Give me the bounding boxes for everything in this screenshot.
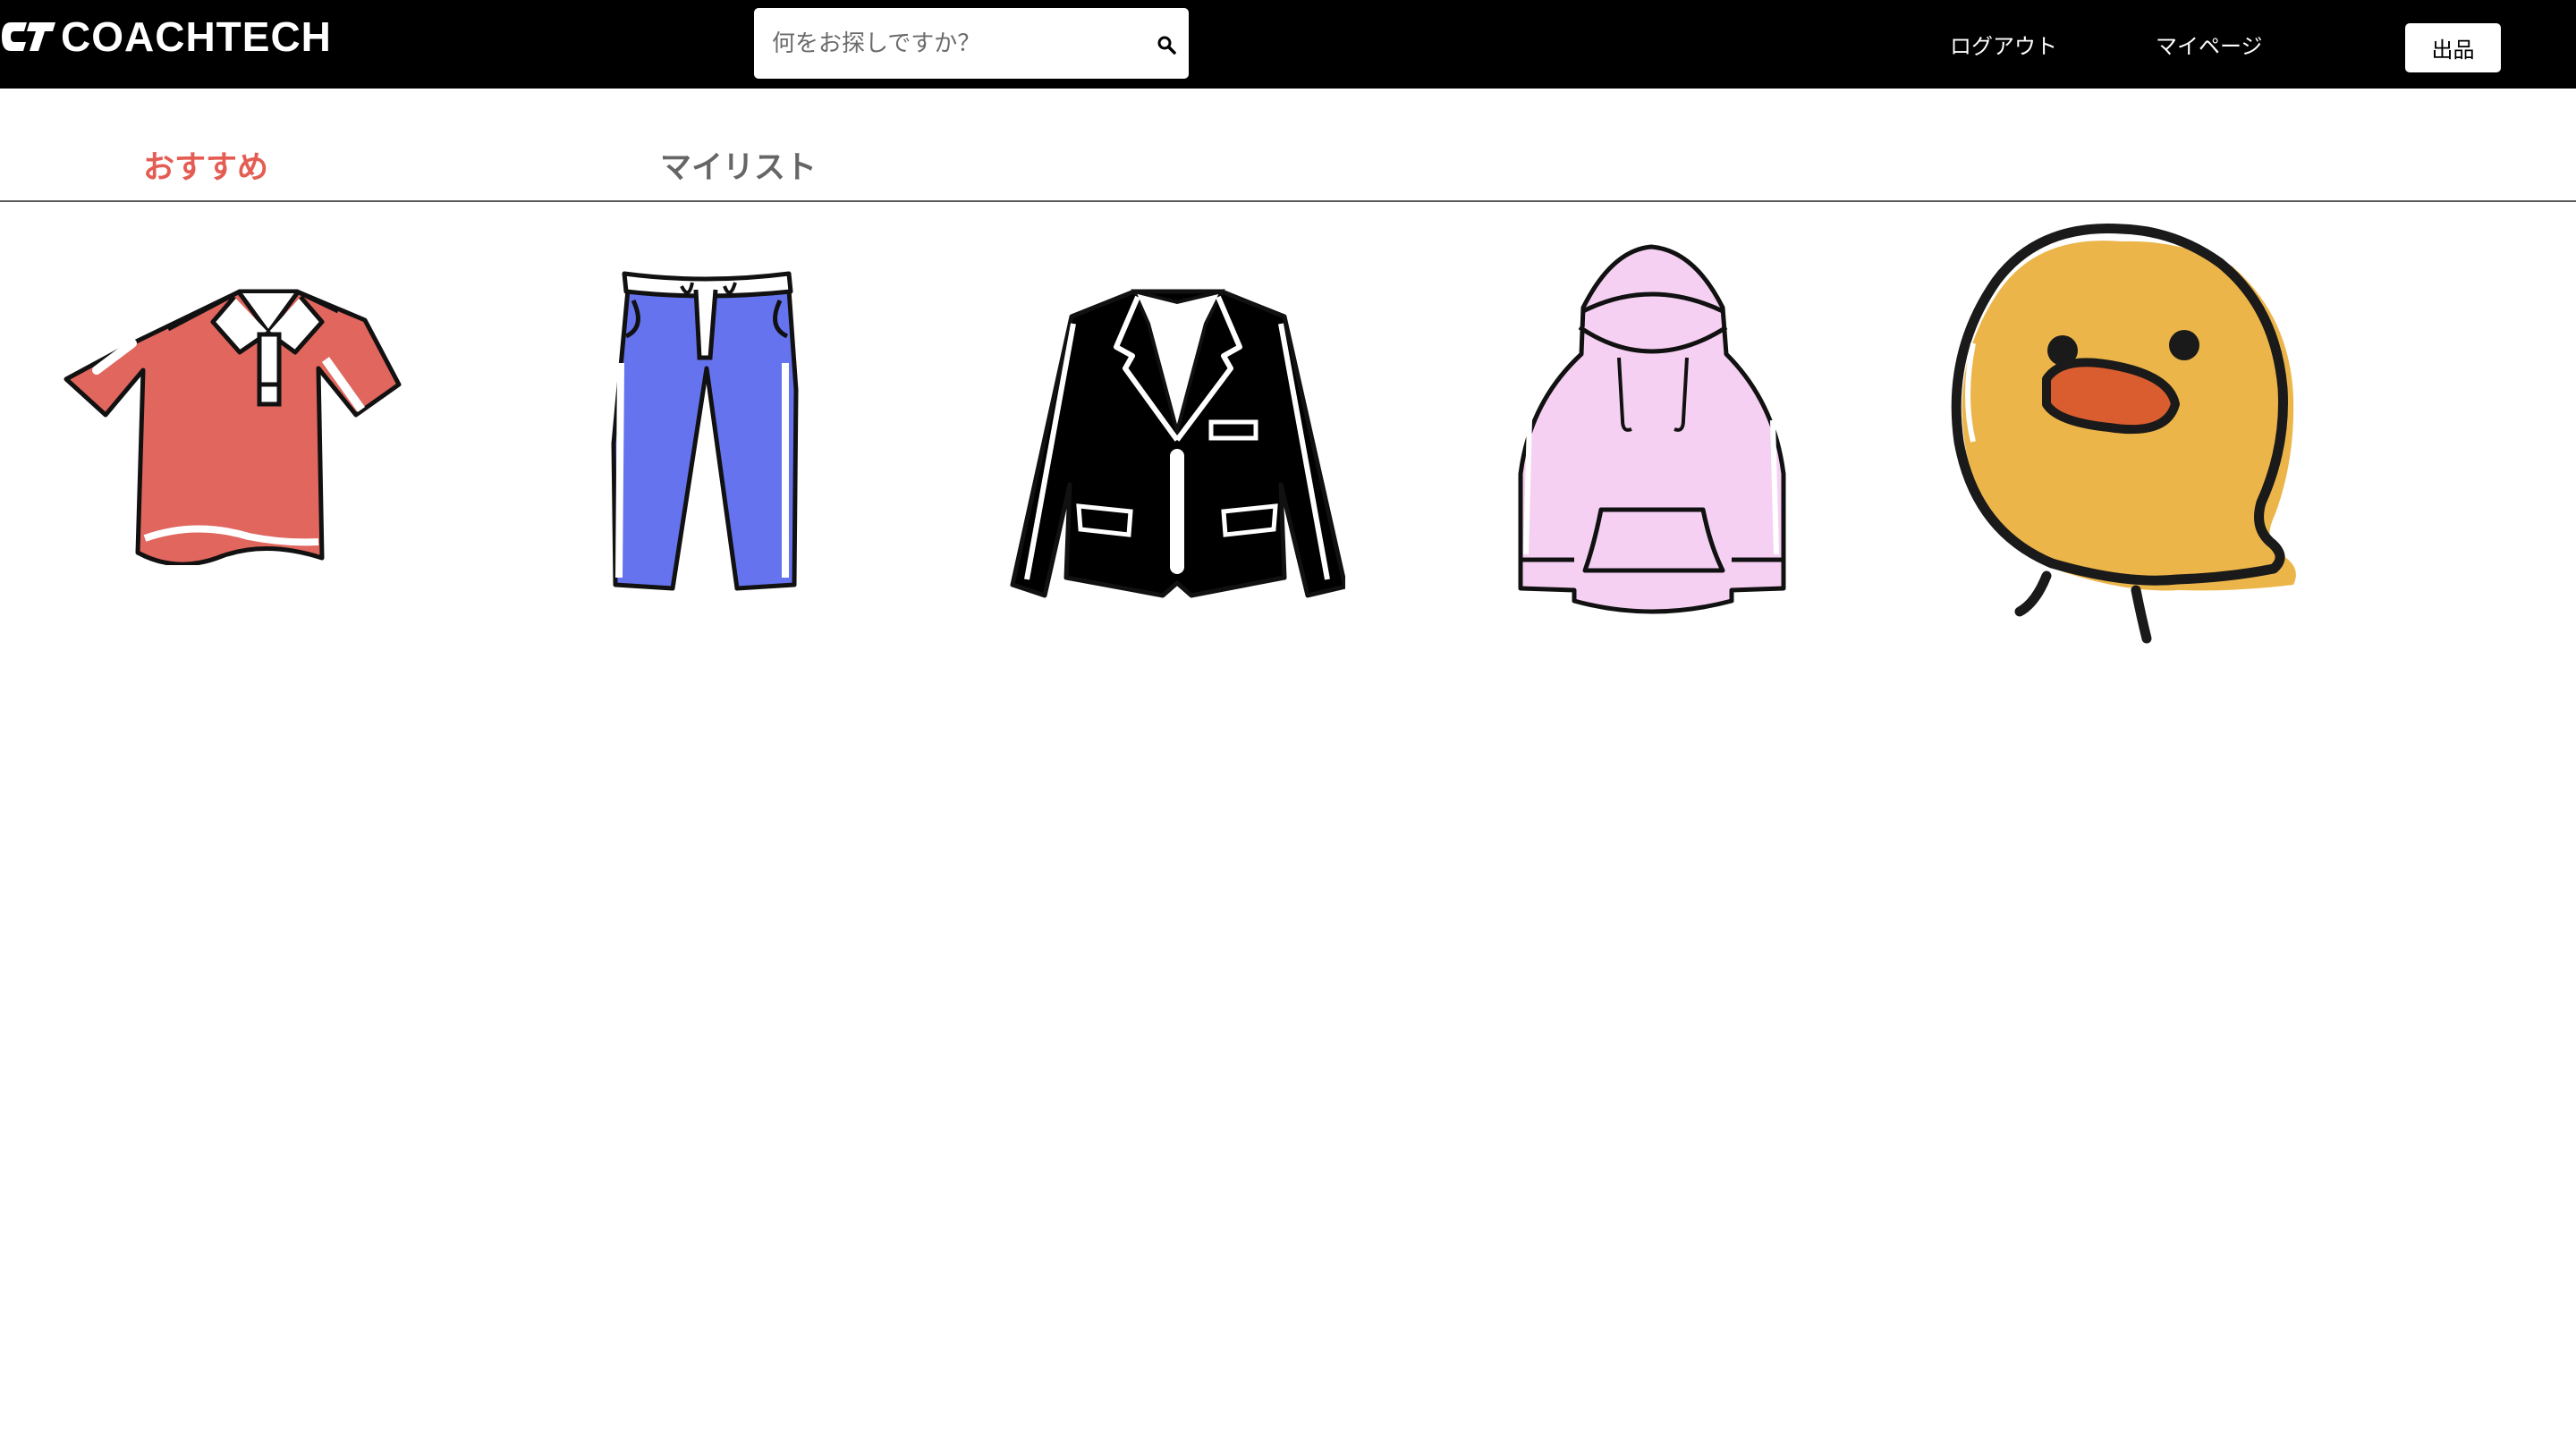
pants-icon xyxy=(611,271,799,591)
tab-bar: おすすめ マイリスト xyxy=(0,89,2576,202)
search-icon[interactable] xyxy=(1156,34,1177,55)
logo[interactable]: COACHTECH xyxy=(0,13,332,60)
logo-text: COACHTECH xyxy=(61,13,332,60)
item-card[interactable] xyxy=(1946,218,2301,651)
jacket-icon xyxy=(1010,289,1345,598)
item-grid xyxy=(0,202,2576,685)
search-input[interactable] xyxy=(754,8,1130,79)
tab-recommended[interactable]: おすすめ xyxy=(143,142,268,188)
item-card[interactable] xyxy=(606,265,805,596)
item-card[interactable] xyxy=(1512,241,1791,622)
chick-icon xyxy=(1951,223,2296,644)
polo-shirt-icon xyxy=(64,289,402,565)
mypage-link[interactable]: マイページ xyxy=(2156,29,2263,60)
coachtech-logo-icon xyxy=(2,22,55,51)
logout-link[interactable]: ログアウト xyxy=(1950,29,2057,60)
item-card[interactable] xyxy=(61,270,402,565)
item-card[interactable] xyxy=(1009,270,1345,601)
search-box[interactable] xyxy=(754,8,1189,79)
sell-button[interactable]: 出品 xyxy=(2405,23,2501,72)
hoodie-icon xyxy=(1518,244,1786,614)
header: COACHTECH ログアウト マイページ 出品 xyxy=(0,0,2576,89)
tab-mylist[interactable]: マイリスト xyxy=(660,142,817,188)
